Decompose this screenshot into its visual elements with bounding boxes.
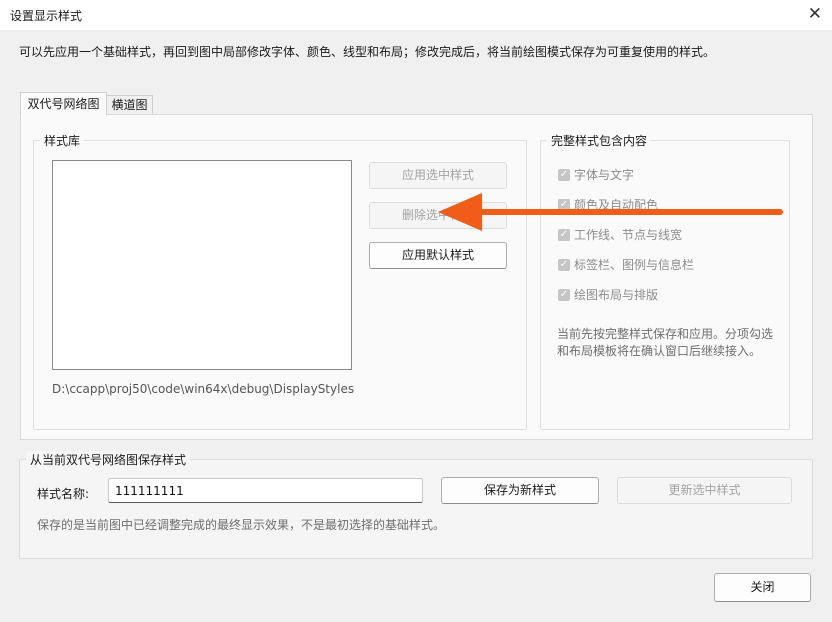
check-work-lines[interactable]: ✓ 工作线、节点与线宽	[558, 226, 682, 243]
check-color-auto[interactable]: ✓ 颜色及自动配色	[558, 196, 658, 213]
checkbox-checked-icon: ✓	[558, 228, 570, 241]
save-style-group: 从当前双代号网络图保存样式 样式名称: 保存为新样式 更新选中样式 保存的是当前…	[19, 451, 813, 559]
save-style-title: 从当前双代号网络图保存样式	[26, 451, 191, 468]
style-contents-group: 完整样式包含内容 ✓ 字体与文字 ✓ 颜色及自动配色 ✓ 工作线、节点与线宽 ✓ 标签栏…	[540, 132, 790, 430]
check-label: 颜色及自动配色	[574, 198, 659, 212]
style-list[interactable]	[52, 160, 352, 370]
check-label: 工作线、节点与线宽	[574, 228, 683, 242]
instruction-text: 可以先应用一个基础样式，再回到图中局部修改字体、颜色、线型和布局；修改完成后，将…	[19, 45, 716, 59]
contents-note: 当前先按完整样式保存和应用。分项勾选和布局模板将在确认窗口后继续接入。	[557, 327, 774, 358]
tab-panel: 样式库 D:\ccapp\proj50\code\win64x\debug\Di…	[20, 114, 813, 440]
checkbox-checked-icon: ✓	[558, 288, 570, 301]
save-hint: 保存的是当前图中已经调整完成的最终显示效果，不是最初选择的基础样式。	[37, 518, 446, 532]
style-library-title: 样式库	[40, 132, 85, 149]
check-label: 标签栏、图例与信息栏	[574, 258, 695, 272]
apply-selected-style-button[interactable]: 应用选中样式	[369, 162, 507, 189]
check-label: 绘图布局与排版	[574, 288, 659, 302]
style-contents-title: 完整样式包含内容	[547, 132, 652, 149]
close-button[interactable]: 关闭	[714, 573, 811, 602]
checkbox-checked-icon: ✓	[558, 198, 570, 211]
tab-gantt-chart[interactable]: 横道图	[106, 95, 153, 116]
update-selected-style-button[interactable]: 更新选中样式	[617, 477, 792, 504]
style-name-label: 样式名称:	[37, 487, 90, 501]
style-library-group: 样式库 D:\ccapp\proj50\code\win64x\debug\Di…	[33, 132, 527, 430]
checkbox-checked-icon: ✓	[558, 258, 570, 271]
check-font-text[interactable]: ✓ 字体与文字	[558, 166, 634, 183]
window-title: 设置显示样式	[10, 9, 83, 23]
tab-network-diagram[interactable]: 双代号网络图	[20, 92, 107, 116]
checkbox-checked-icon: ✓	[558, 168, 570, 181]
title-bar: 设置显示样式 ✕	[0, 0, 832, 30]
close-icon[interactable]: ✕	[808, 4, 822, 24]
check-label: 字体与文字	[574, 168, 635, 182]
display-style-dialog: 设置显示样式 ✕ 可以先应用一个基础样式，再回到图中局部修改字体、颜色、线型和布…	[0, 0, 832, 622]
styles-folder-path: D:\ccapp\proj50\code\win64x\debug\Displa…	[52, 382, 355, 396]
delete-selected-style-button[interactable]: 删除选中样式	[369, 202, 507, 229]
check-label-legend[interactable]: ✓ 标签栏、图例与信息栏	[558, 256, 694, 273]
apply-default-style-button[interactable]: 应用默认样式	[369, 242, 507, 269]
check-layout[interactable]: ✓ 绘图布局与排版	[558, 286, 658, 303]
save-as-new-style-button[interactable]: 保存为新样式	[441, 477, 599, 504]
style-name-input[interactable]	[108, 478, 423, 503]
